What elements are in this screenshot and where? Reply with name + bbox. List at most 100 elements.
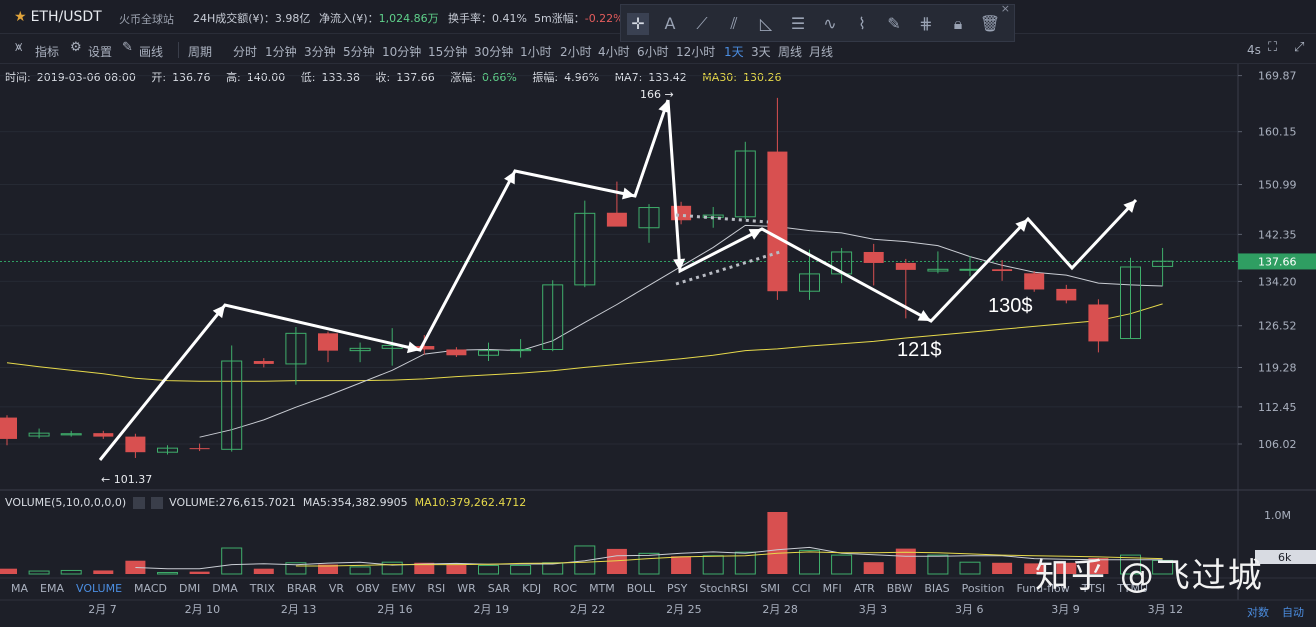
volume-bar (446, 564, 467, 574)
indicator-tab[interactable]: BIAS (924, 582, 949, 595)
indicator-tab[interactable]: MA (11, 582, 28, 595)
volume-readout: VOLUME:276,615.7021 (169, 496, 296, 509)
candle (1152, 247, 1174, 287)
indicator-tab[interactable]: SAR (488, 582, 510, 595)
date-tick-label: 2月 10 (185, 603, 221, 616)
indicator-tab[interactable]: VR (329, 582, 344, 595)
candle-body (1088, 304, 1109, 342)
indicator-tab[interactable]: MFI (823, 582, 842, 595)
volume-bar (93, 570, 114, 574)
candle (381, 328, 403, 366)
candle-body (1024, 273, 1045, 290)
date-tick-label: 3月 3 (859, 603, 888, 616)
candle (221, 345, 243, 452)
volume-bar (638, 552, 660, 575)
indicator-tab[interactable]: EMV (391, 582, 415, 595)
candle-body (1056, 288, 1077, 301)
candle (1056, 284, 1077, 304)
volume-bar (381, 561, 403, 575)
volume-bar (157, 572, 178, 575)
indicator-tab[interactable]: WR (457, 582, 476, 595)
candle (831, 247, 853, 284)
auto-scale-toggle[interactable]: 自动 (1282, 604, 1304, 620)
indicator-tab[interactable]: VOLUME (76, 582, 122, 595)
indicator-tab[interactable]: RSI (427, 582, 445, 595)
volume-bar (478, 564, 499, 575)
candle (349, 342, 371, 363)
candle-body (767, 151, 788, 292)
indicator-tab[interactable]: DMI (179, 582, 200, 595)
volume-settings-icon[interactable] (132, 497, 145, 509)
date-tick-label: 3月 6 (955, 603, 984, 616)
candle-body (93, 433, 114, 437)
indicator-tab[interactable]: Position (962, 582, 1005, 595)
volume-bar (221, 547, 243, 575)
candle-body (446, 349, 467, 356)
volume-bar (671, 556, 692, 574)
indicator-tab[interactable]: ATR (854, 582, 875, 595)
volume-axis-label: 1.0M (1264, 509, 1291, 522)
indicator-tab[interactable]: BBW (887, 582, 913, 595)
kline-chart[interactable]: 169.87 160.15 150.99 142.35 134.20 126.52 119.… (0, 0, 1316, 627)
indicator-tab[interactable]: CCI (792, 582, 811, 595)
candle (734, 141, 756, 220)
indicator-tab[interactable]: SMI (760, 582, 780, 595)
candle (253, 358, 274, 368)
indicator-tab[interactable]: MACD (134, 582, 167, 595)
candle (767, 97, 788, 300)
arrow-head (658, 100, 670, 114)
date-axis: 2月 7 2月 10 2月 13 2月 16 2月 19 2月 22 2月 25 2月 28 3… (88, 603, 1183, 616)
indicator-tab[interactable]: KDJ (522, 582, 541, 595)
price-tick-label: 112.45 (1258, 401, 1297, 414)
indicator-tab[interactable]: BOLL (627, 582, 655, 595)
target-label: 130$ (988, 295, 1033, 317)
volume-bar (28, 570, 50, 575)
date-tick-label: 2月 25 (666, 603, 702, 616)
candle (542, 280, 564, 352)
candle (318, 331, 338, 363)
volume-bar (927, 554, 949, 575)
date-tick-label: 3月 12 (1148, 603, 1184, 616)
indicator-tab[interactable]: TRIX (250, 582, 275, 595)
candle (125, 433, 146, 458)
candle (93, 430, 114, 439)
volume-bar (0, 568, 17, 574)
date-tick-label: 2月 19 (474, 603, 510, 616)
indicator-tab[interactable]: MTM (589, 582, 615, 595)
volume-bar (189, 571, 210, 574)
arrow-head (622, 187, 635, 200)
date-tick-label: 2月 22 (570, 603, 606, 616)
volume-close-icon[interactable] (150, 497, 163, 509)
indicator-tab[interactable]: EMA (40, 582, 64, 595)
volume-bar (60, 569, 82, 575)
indicator-tab[interactable]: StochRSI (699, 582, 748, 595)
indicator-tab[interactable]: BRAR (287, 582, 317, 595)
candle (285, 326, 307, 385)
volume-bar (863, 562, 884, 574)
indicator-tab[interactable]: DMA (212, 582, 238, 595)
candle-body (318, 333, 338, 351)
candle (927, 251, 949, 274)
indicator-tab[interactable]: OBV (356, 582, 379, 595)
high-price-annotation: 166 → (640, 88, 674, 101)
candle-body (959, 268, 981, 271)
candle-body (0, 417, 17, 439)
support-label: 121$ (897, 339, 942, 361)
volume-info: VOLUME(5,10,0,0,0,0) VOLUME:276,615.7021… (5, 496, 526, 509)
indicator-tab[interactable]: PSY (667, 582, 687, 595)
candle (638, 204, 660, 243)
volume-bar (767, 512, 788, 574)
candle (60, 430, 82, 437)
volume-bar (831, 554, 853, 575)
date-tick-label: 3月 9 (1051, 603, 1080, 616)
volume-bar (253, 568, 274, 574)
annotations: ← 101.37 166 → 121$ 130$ (101, 88, 1033, 486)
indicator-tab[interactable]: ROC (553, 582, 577, 595)
price-tick-label: 106.02 (1258, 438, 1297, 451)
candle (28, 428, 50, 439)
log-scale-toggle[interactable]: 对数 (1247, 604, 1269, 620)
watermark: 知乎 @飞过城 (1035, 556, 1264, 596)
candle (574, 200, 596, 288)
price-tick-label: 150.99 (1258, 179, 1297, 192)
vol-ma5-readout: MA5:354,382.9905 (302, 496, 408, 509)
